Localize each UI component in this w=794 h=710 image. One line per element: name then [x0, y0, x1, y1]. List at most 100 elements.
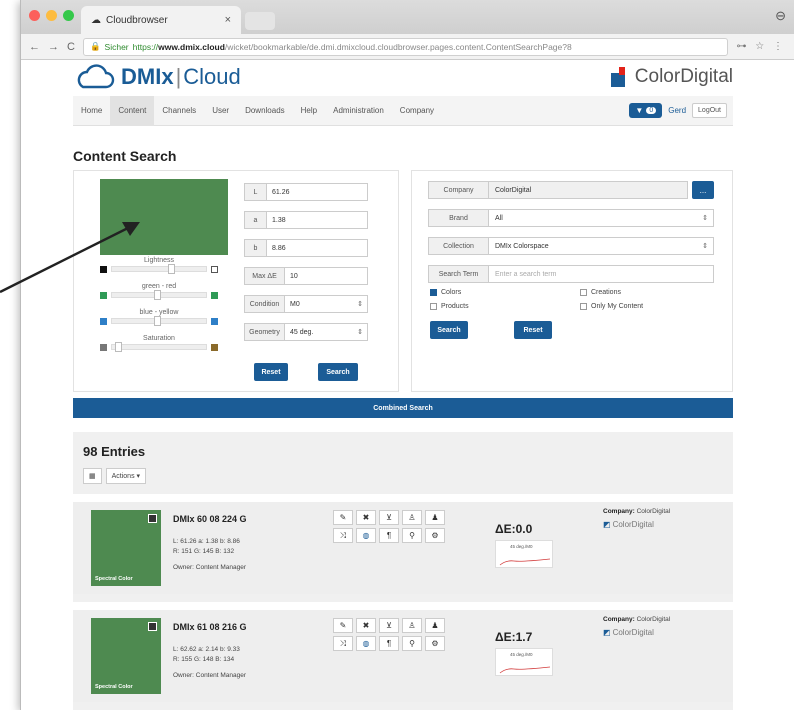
result-card[interactable]: Spectral Color DMIx 60 08 224 G L: 61.26… — [73, 494, 733, 594]
result-card[interactable]: Spectral Color DMIx 61 08 216 G L: 62.62… — [73, 602, 733, 702]
reset-color-button[interactable]: Reset — [254, 363, 288, 381]
max-de-input[interactable]: 10 — [285, 268, 367, 284]
lightness-slider[interactable] — [111, 264, 207, 274]
a-input[interactable]: 1.38 — [267, 212, 367, 228]
profile-icon[interactable]: ⊖ — [775, 8, 786, 24]
checkbox-colors[interactable]: Colors — [430, 289, 461, 296]
search-term-field[interactable]: Search Term Enter a search term — [428, 265, 714, 283]
slider-handle[interactable] — [168, 264, 176, 274]
link-icon[interactable]: ⚲ — [402, 636, 422, 651]
user-link[interactable]: Gerd — [668, 106, 686, 115]
cart-icon[interactable]: ⊻ — [379, 618, 399, 633]
l-field[interactable]: L 61.26 — [244, 183, 368, 201]
tab-bar: ☁ Cloudbrowser × ⊖ — [21, 0, 794, 34]
nav-company[interactable]: Company — [392, 96, 442, 126]
reload-icon[interactable]: C — [67, 41, 75, 53]
slider-handle[interactable] — [154, 316, 162, 326]
person-icon[interactable]: ♟ — [425, 618, 445, 633]
new-tab-button[interactable] — [245, 12, 275, 30]
nav-administration[interactable]: Administration — [325, 96, 392, 126]
nav-channels[interactable]: Channels — [154, 96, 204, 126]
browser-menu-icons[interactable]: ⊶ ☆ ⋮ — [736, 41, 786, 52]
collection-select[interactable]: Collection DMIx Colorspace ⇕ — [428, 237, 714, 255]
checkbox-checked-icon[interactable] — [430, 289, 437, 296]
logout-button[interactable]: LogOut — [692, 103, 727, 118]
browser-tab[interactable]: ☁ Cloudbrowser × — [81, 6, 241, 34]
settings-icon[interactable]: ⚙ — [425, 636, 445, 651]
green-red-slider[interactable] — [111, 290, 207, 300]
brand-select[interactable]: Brand All ⇕ — [428, 209, 714, 227]
company-value: ColorDigital — [489, 182, 687, 198]
person-icon[interactable]: ♟ — [425, 510, 445, 525]
nav-content[interactable]: Content — [110, 95, 155, 126]
result-actions: ✎ ✖ ⊻ ♙ ♟ ⤨ ◍ ¶ ⚲ ⚙ — [333, 510, 445, 543]
updown-icon: ⇕ — [357, 301, 363, 308]
nav-downloads[interactable]: Downloads — [237, 96, 293, 126]
actions-dropdown[interactable]: Actions ▾ — [105, 468, 147, 484]
close-tab-icon[interactable]: × — [225, 14, 231, 26]
nav-help[interactable]: Help — [293, 96, 325, 126]
nav-home[interactable]: Home — [73, 96, 110, 126]
palette-icon[interactable]: ¶ — [379, 636, 399, 651]
close-window-button[interactable] — [29, 10, 40, 21]
search-color-button[interactable]: Search — [318, 363, 358, 381]
blue-yellow-slider[interactable] — [111, 316, 207, 326]
reset-filter-button[interactable]: Reset — [514, 321, 552, 339]
delete-icon[interactable]: ✖ — [356, 618, 376, 633]
slider-handle[interactable] — [154, 290, 162, 300]
globe-icon[interactable]: ◍ — [356, 636, 376, 651]
result-swatch[interactable]: Spectral Color — [91, 510, 161, 586]
b-input[interactable]: 8.86 — [267, 240, 367, 256]
user-share-icon[interactable]: ♙ — [402, 618, 422, 633]
minimize-window-button[interactable] — [46, 10, 57, 21]
secure-label: Sicher — [104, 41, 129, 52]
company-picker-button[interactable]: ... — [692, 181, 714, 199]
link-icon[interactable]: ⚲ — [402, 528, 422, 543]
results-toolbar: ▦ Actions ▾ — [83, 468, 147, 484]
grid-view-button[interactable]: ▦ — [83, 468, 102, 484]
b-field[interactable]: b 8.86 — [244, 239, 368, 257]
globe-icon[interactable]: ◍ — [356, 528, 376, 543]
checkbox-icon[interactable] — [580, 289, 587, 296]
geometry-select[interactable]: Geometry 45 deg. ⇕ — [244, 323, 368, 341]
cart-icon[interactable]: ⊻ — [379, 510, 399, 525]
colordigital-logo: ColorDigital — [610, 66, 733, 88]
combined-search-button[interactable]: Combined Search — [73, 398, 733, 418]
company-field[interactable]: Company ColorDigital — [428, 181, 688, 199]
checkbox-icon[interactable] — [580, 303, 587, 310]
expand-icon[interactable] — [148, 514, 157, 523]
shuffle-icon[interactable]: ⤨ — [333, 636, 353, 651]
checkbox-icon[interactable] — [430, 303, 437, 310]
checkbox-creations[interactable]: Creations — [580, 289, 621, 296]
checkbox-only-my-content[interactable]: Only My Content — [580, 303, 643, 310]
dmix-cloud-logo[interactable]: DMIx|Cloud — [73, 64, 241, 90]
checkbox-products[interactable]: Products — [430, 303, 469, 310]
delete-icon[interactable]: ✖ — [356, 510, 376, 525]
l-input[interactable]: 61.26 — [267, 184, 367, 200]
edit-icon[interactable]: ✎ — [333, 618, 353, 633]
slider-handle[interactable] — [114, 342, 122, 352]
result-name[interactable]: DMIx 61 08 216 G — [173, 622, 247, 632]
url-input[interactable]: 🔒 Sicher https:// www.dmix.cloud /wicket… — [82, 37, 729, 56]
edit-icon[interactable]: ✎ — [333, 510, 353, 525]
collection-value: DMIx Colorspace — [495, 242, 549, 250]
a-field[interactable]: a 1.38 — [244, 211, 368, 229]
checkbox-label: Creations — [591, 289, 621, 296]
expand-icon[interactable] — [148, 622, 157, 631]
user-share-icon[interactable]: ♙ — [402, 510, 422, 525]
palette-icon[interactable]: ¶ — [379, 528, 399, 543]
result-swatch[interactable]: Spectral Color — [91, 618, 161, 694]
search-filter-button[interactable]: Search — [430, 321, 468, 339]
condition-select[interactable]: Condition M0 ⇕ — [244, 295, 368, 313]
max-de-field[interactable]: Max ΔE 10 — [244, 267, 368, 285]
saturation-slider[interactable] — [111, 342, 207, 352]
forward-icon[interactable]: → — [48, 41, 59, 53]
search-term-input[interactable]: Enter a search term — [489, 266, 713, 282]
shuffle-icon[interactable]: ⤨ — [333, 528, 353, 543]
filter-button[interactable]: ▼ 0 — [629, 103, 663, 118]
settings-icon[interactable]: ⚙ — [425, 528, 445, 543]
nav-user[interactable]: User — [204, 96, 237, 126]
result-name[interactable]: DMIx 60 08 224 G — [173, 514, 247, 524]
maximize-window-button[interactable] — [63, 10, 74, 21]
back-icon[interactable]: ← — [29, 41, 40, 53]
